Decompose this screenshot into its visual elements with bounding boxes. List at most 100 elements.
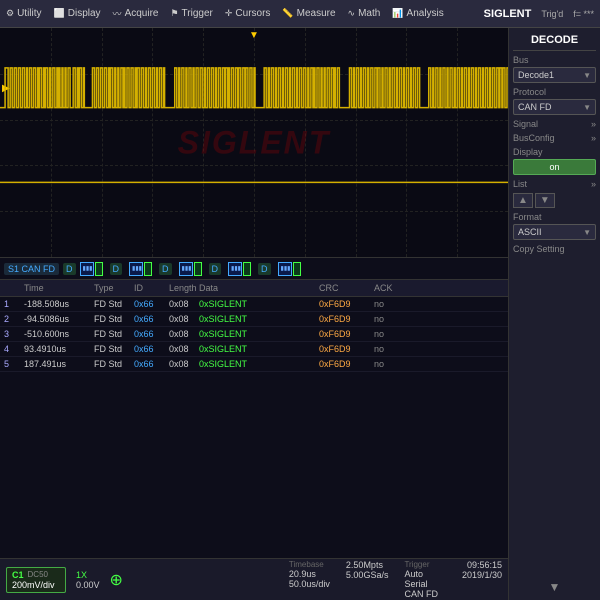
cursors-menu[interactable]: ✛ Cursors <box>225 8 271 19</box>
decode-bar: S1 CAN FD D ▮▮▮ D ▮▮▮ D ▮▮▮ D ▮▮▮ D <box>0 258 508 280</box>
td-len-4: 0x08 <box>165 343 195 355</box>
analysis-icon: 📊 <box>392 8 403 19</box>
copy-setting-label: Copy Setting <box>513 244 596 254</box>
display-on-button[interactable]: on <box>513 159 596 175</box>
th-time: Time <box>20 282 90 294</box>
td-ack-5: no <box>370 358 400 370</box>
td-data-4: 0xSIGLENT <box>195 343 315 355</box>
th-type: Type <box>90 282 130 294</box>
ch1-offset: 0.00V <box>76 580 100 590</box>
td-id-5: 0x66 <box>130 358 165 370</box>
pkt-seg-blue-2: ▮▮▮ <box>129 262 143 276</box>
table-row[interactable]: 4 93.4910us FD Std 0x66 0x08 0xSIGLENT 0… <box>0 342 508 357</box>
td-data-3: 0xSIGLENT <box>195 328 315 340</box>
td-type-4: FD Std <box>90 343 130 355</box>
scroll-down-button[interactable]: ▼ <box>535 193 555 208</box>
waveform-display[interactable]: SIGLENT ▶ ▼ <box>0 28 508 258</box>
ch1-label: C1 <box>12 570 24 580</box>
decode-d-badge-2: D <box>110 263 123 275</box>
td-id-3: 0x66 <box>130 328 165 340</box>
format-label: Format <box>513 212 596 222</box>
decode-packet-3: ▮▮▮ <box>179 262 202 276</box>
bus-dropdown[interactable]: Decode1 ▼ <box>513 67 596 83</box>
chevron-down-icon: ▼ <box>583 71 591 80</box>
protocol-dropdown[interactable]: CAN FD ▼ <box>513 99 596 115</box>
td-time-3: -510.600ns <box>20 328 90 340</box>
signal-expand-icon[interactable]: » <box>591 119 596 129</box>
measure-icon: 📏 <box>282 8 293 19</box>
td-num-5: 5 <box>0 358 20 370</box>
main-content: SIGLENT ▶ ▼ S1 CAN FD D ▮▮▮ D <box>0 28 600 600</box>
decode-d-badge-4: D <box>209 263 222 275</box>
bus-value: Decode1 <box>518 70 554 80</box>
timebase-val: 20.9us <box>289 569 316 579</box>
acquire-menu[interactable]: 〰 Acquire <box>113 7 159 20</box>
td-ack-2: no <box>370 313 400 325</box>
decode-d-badge-5: D <box>258 263 271 275</box>
signal-label: Signal <box>513 119 538 129</box>
td-id-2: 0x66 <box>130 313 165 325</box>
pkt-seg-blue: ▮▮▮ <box>80 262 94 276</box>
table-row[interactable]: 2 -94.5086us FD Std 0x66 0x08 0xSIGLENT … <box>0 312 508 327</box>
table-row[interactable]: 5 187.491us FD Std 0x66 0x08 0xSIGLENT 0… <box>0 357 508 372</box>
math-menu[interactable]: ∿ Math <box>348 8 381 19</box>
timebase-label: Timebase <box>289 560 324 569</box>
td-len-5: 0x08 <box>165 358 195 370</box>
timebase-block: Timebase 20.9us 50.0us/div <box>289 560 330 599</box>
acquire-icon: 〰 <box>113 7 122 20</box>
busconfig-expand-icon[interactable]: » <box>591 133 596 143</box>
list-expand-icon[interactable]: » <box>591 179 596 189</box>
td-crc-5: 0xF6D9 <box>315 358 370 370</box>
memory-block: 2.50Mpts 5.00GSa/s <box>346 560 389 599</box>
table-row[interactable]: 3 -510.600ns FD Std 0x66 0x08 0xSIGLENT … <box>0 327 508 342</box>
scroll-up-button[interactable]: ▲ <box>513 193 533 208</box>
td-time-2: -94.5086us <box>20 313 90 325</box>
td-num-4: 4 <box>0 343 20 355</box>
display-icon: ⬜ <box>54 8 65 19</box>
td-num-2: 2 <box>0 313 20 325</box>
signal-section: Signal » <box>513 119 596 129</box>
decode-d-badge-3: D <box>159 263 172 275</box>
right-panel: DECODE Bus Decode1 ▼ Protocol CAN FD ▼ S… <box>508 28 600 600</box>
table-row[interactable]: 1 -188.508us FD Std 0x66 0x08 0xSIGLENT … <box>0 297 508 312</box>
format-dropdown[interactable]: ASCII ▼ <box>513 224 596 240</box>
copy-setting-section: Copy Setting <box>513 244 596 254</box>
td-type-1: FD Std <box>90 298 130 310</box>
utility-icon: ⚙ <box>6 8 14 19</box>
busconfig-section: BusConfig » <box>513 133 596 143</box>
waveform-svg <box>0 28 508 257</box>
td-type-5: FD Std <box>90 358 130 370</box>
td-crc-3: 0xF6D9 <box>315 328 370 340</box>
th-crc: CRC <box>315 282 370 294</box>
panel-bottom-arrow[interactable]: ▼ <box>513 580 596 594</box>
td-ack-3: no <box>370 328 400 340</box>
decode-packet-1: ▮▮▮ <box>80 262 103 276</box>
pkt-seg-green-4 <box>243 262 251 276</box>
measure-menu[interactable]: 📏 Measure <box>282 8 335 19</box>
td-crc-4: 0xF6D9 <box>315 343 370 355</box>
trigger-protocol: CAN FD <box>404 589 438 599</box>
pkt-seg-green-2 <box>144 262 152 276</box>
timebase-info: Timebase 20.9us 50.0us/div 2.50Mpts 5.00… <box>289 560 502 599</box>
trig-freq: f= *** <box>573 9 594 19</box>
td-data-5: 0xSIGLENT <box>195 358 315 370</box>
time-val: 09:56:15 <box>467 560 502 570</box>
decode-packet-2: ▮▮▮ <box>129 262 152 276</box>
decode-d-badge: D <box>63 263 76 275</box>
pkt-seg-green-3 <box>194 262 202 276</box>
ch1-indicator[interactable]: C1 DC50 200mV/div <box>6 567 66 593</box>
td-len-2: 0x08 <box>165 313 195 325</box>
pkt-seg-green-5 <box>293 262 301 276</box>
scope-area: SIGLENT ▶ ▼ S1 CAN FD D ▮▮▮ D <box>0 28 508 600</box>
cursors-icon: ✛ <box>225 8 233 19</box>
display-menu[interactable]: ⬜ Display <box>54 8 101 19</box>
trigger-label: Trigger <box>404 560 429 569</box>
ch1-coupling: DC50 <box>28 570 48 579</box>
td-num-1: 1 <box>0 298 20 310</box>
trigger-menu[interactable]: ⚑ Trigger <box>170 8 212 19</box>
trigger-position-indicator: ▼ <box>249 30 259 41</box>
analysis-menu[interactable]: 📊 Analysis <box>392 8 443 19</box>
bus-label: Bus <box>513 55 596 65</box>
s1-canfd-label: S1 CAN FD <box>4 263 59 275</box>
utility-menu[interactable]: ⚙ Utility <box>6 8 42 19</box>
